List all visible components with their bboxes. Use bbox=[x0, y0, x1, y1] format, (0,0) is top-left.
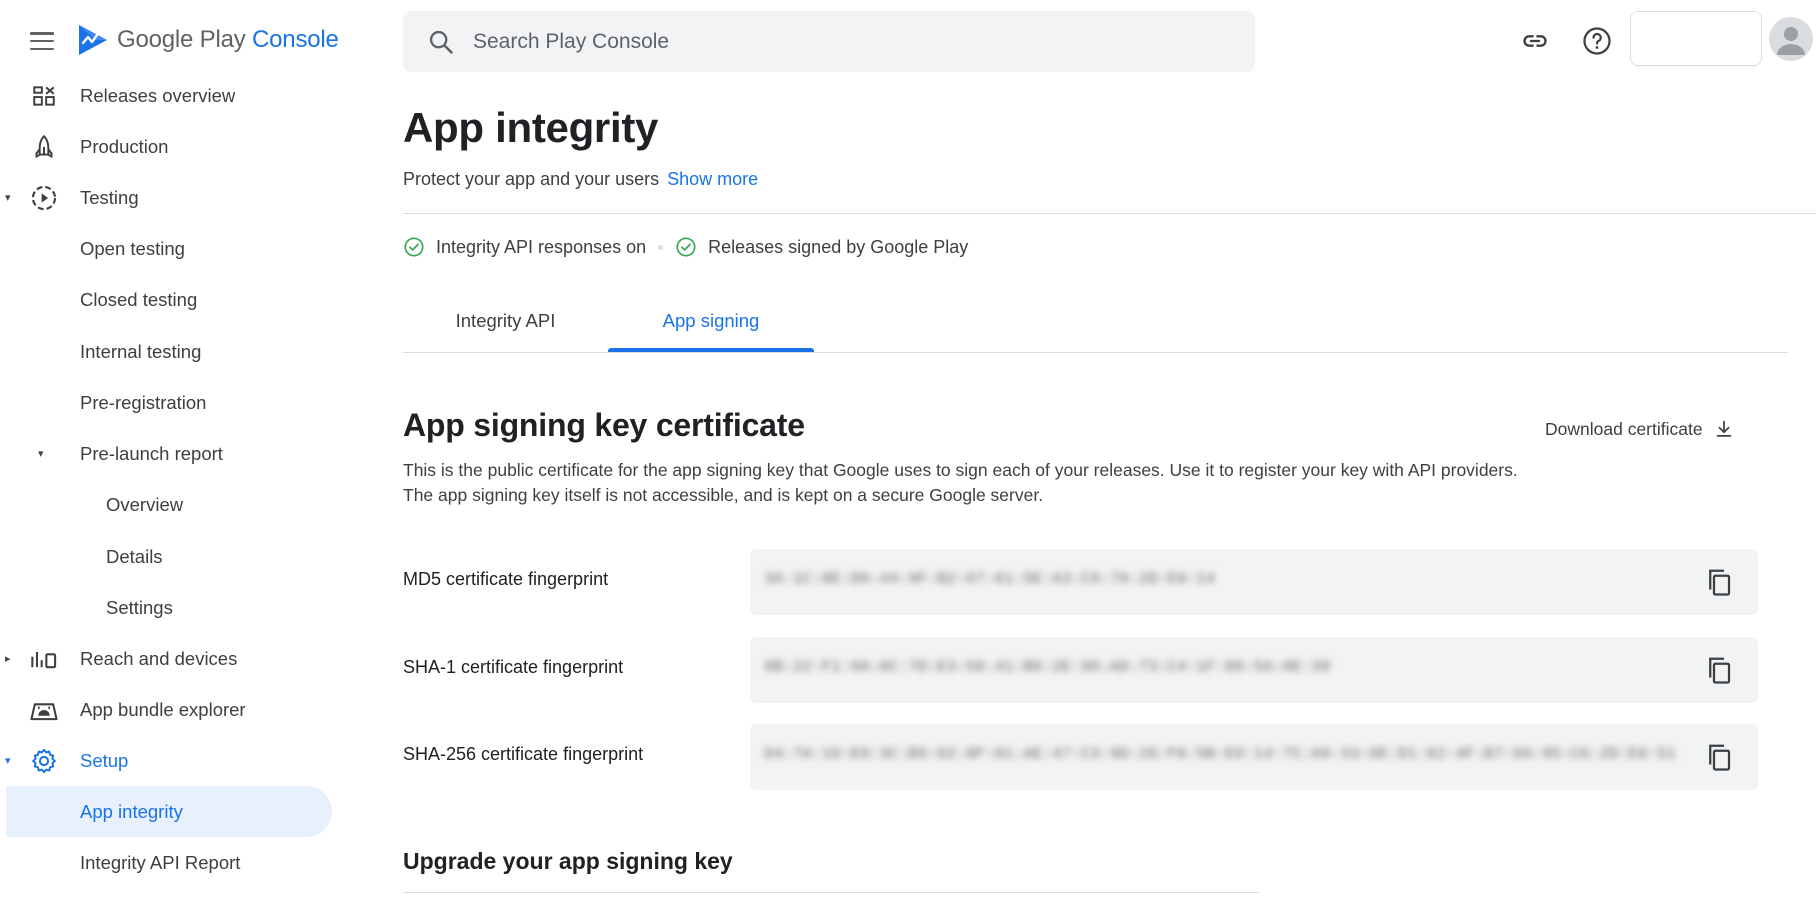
tab-integrity-api[interactable]: Integrity API bbox=[403, 310, 608, 354]
download-icon bbox=[1716, 420, 1731, 437]
fingerprint-value: 3A:1C:8E:D0:44:9F:B2:07:61:5E:A3:C9:70:2… bbox=[764, 570, 1216, 588]
search-icon bbox=[429, 30, 453, 54]
fingerprint-label: MD5 certificate fingerprint bbox=[403, 569, 609, 589]
sidebar-item-settings[interactable]: Settings bbox=[0, 582, 340, 633]
play-console-logo-icon bbox=[79, 25, 107, 55]
link-icon bbox=[1523, 35, 1547, 47]
sidebar-item-app-bundle-explorer[interactable]: App bundle explorer bbox=[0, 684, 340, 735]
caret-down-icon[interactable]: ▾ bbox=[5, 754, 11, 767]
account-switcher[interactable] bbox=[1630, 11, 1762, 66]
sidebar-item-overview[interactable]: Overview bbox=[0, 479, 340, 530]
sidebar-item-label: Reach and devices bbox=[80, 647, 238, 669]
menu-icon-bar bbox=[30, 39, 54, 43]
menu-icon-bar bbox=[30, 32, 54, 35]
upgrade-card-edge bbox=[403, 892, 1260, 893]
releases-overview-icon bbox=[28, 80, 60, 112]
sidebar-item-label: Production bbox=[80, 135, 169, 157]
play-console-logo[interactable]: Google Play Console bbox=[77, 23, 339, 57]
sidebar-item-label: Overview bbox=[106, 493, 184, 515]
fingerprint-value-box: 3A:1C:8E:D0:44:9F:B2:07:61:5E:A3:C9:70:2… bbox=[750, 549, 1758, 615]
upgrade-signing-key-title: Upgrade your app signing key bbox=[403, 848, 733, 874]
sidebar-item-label: Integrity API Report bbox=[80, 851, 241, 873]
md5-fingerprint-row: MD5 certificate fingerprint 3A:1C:8E:D0:… bbox=[403, 549, 1758, 615]
sidebar-item-reach-and-devices[interactable]: ▸ Reach and devices bbox=[0, 633, 340, 684]
copy-sha1-button[interactable] bbox=[1702, 653, 1736, 687]
sidebar-item-pre-registration[interactable]: Pre-registration bbox=[0, 377, 340, 428]
testing-icon bbox=[28, 182, 60, 214]
sidebar-item-label: Releases overview bbox=[80, 84, 236, 106]
avatar-person-icon bbox=[1777, 27, 1805, 55]
sidebar-item-app-integrity[interactable]: App integrity bbox=[6, 786, 332, 837]
fingerprint-value-box: 6B:22:F1:9A:0C:7D:E3:58:41:B6:2E:90:AD:7… bbox=[750, 637, 1758, 703]
sidebar-item-label: App bundle explorer bbox=[80, 698, 246, 720]
sidebar-item-open-testing[interactable]: Open testing bbox=[0, 223, 340, 274]
status-separator bbox=[658, 244, 664, 250]
search-bar[interactable] bbox=[403, 11, 1255, 72]
search-input[interactable] bbox=[473, 29, 1173, 54]
page-subtitle-text: Protect your app and your users bbox=[403, 169, 660, 189]
integrity-status-bar: Integrity API responses on Releases sign… bbox=[403, 236, 968, 258]
copy-md5-button[interactable] bbox=[1702, 565, 1736, 599]
sidebar-item-label: Settings bbox=[106, 596, 173, 618]
avatar[interactable] bbox=[1769, 17, 1813, 61]
sidebar-item-testing[interactable]: ▾ Testing bbox=[0, 172, 340, 223]
check-circle-icon bbox=[676, 237, 696, 257]
header-divider bbox=[403, 213, 1816, 214]
copy-sha256-button[interactable] bbox=[1702, 740, 1736, 774]
fingerprint-value-box: D4:7A:10:E9:3C:B5:62:8F:01:AE:47:C3:9D:2… bbox=[750, 724, 1758, 790]
sidebar-item-details[interactable]: Details bbox=[0, 531, 340, 582]
page-title: App integrity bbox=[403, 104, 659, 151]
sha1-fingerprint-row: SHA-1 certificate fingerprint 6B:22:F1:9… bbox=[403, 637, 1758, 703]
tabs-divider bbox=[403, 352, 1788, 353]
app-signing-key-description: This is the public certificate for the a… bbox=[403, 460, 1518, 505]
fingerprint-value: 6B:22:F1:9A:0C:7D:E3:58:41:B6:2E:90:AD:7… bbox=[764, 658, 1331, 676]
sidebar-item-closed-testing[interactable]: Closed testing bbox=[0, 274, 340, 325]
sidebar-item-label: Closed testing bbox=[80, 288, 198, 310]
sidebar-item-production[interactable]: Production bbox=[0, 121, 340, 172]
fingerprint-value: D4:7A:10:E9:3C:B5:62:8F:01:AE:47:C3:9D:2… bbox=[764, 745, 1677, 763]
main-menu-button[interactable] bbox=[27, 29, 57, 53]
sidebar-item-integrity-api-report[interactable]: Integrity API Report bbox=[0, 837, 340, 888]
gear-icon bbox=[28, 745, 60, 777]
app-bundle-explorer-icon bbox=[28, 694, 60, 726]
status-releases-signed: Releases signed by Google Play bbox=[708, 236, 969, 257]
sidebar-item-label: Pre-registration bbox=[80, 391, 207, 413]
download-certificate-label: Download certificate bbox=[1545, 418, 1703, 439]
sidebar-item-label: Details bbox=[106, 545, 163, 567]
caret-down-icon[interactable]: ▾ bbox=[38, 447, 44, 460]
status-integrity-api: Integrity API responses on bbox=[436, 236, 647, 257]
reach-and-devices-icon bbox=[28, 643, 60, 675]
fingerprint-label: SHA-1 certificate fingerprint bbox=[403, 657, 624, 677]
sidebar-item-label: Open testing bbox=[80, 237, 185, 259]
help-icon bbox=[1583, 27, 1611, 55]
logo-text-google-play: Google Play bbox=[117, 26, 246, 53]
page-subtitle: Protect your app and your users Show more bbox=[403, 169, 758, 190]
sidebar-item-label: Pre-launch report bbox=[80, 442, 223, 464]
menu-icon-bar bbox=[30, 47, 54, 50]
sidebar-item-setup[interactable]: ▾ Setup bbox=[0, 735, 340, 786]
production-icon bbox=[28, 131, 60, 163]
download-certificate-button[interactable]: Download certificate bbox=[1545, 418, 1735, 440]
sha256-fingerprint-row: SHA-256 certificate fingerprint D4:7A:10… bbox=[403, 724, 1758, 790]
caret-right-icon[interactable]: ▸ bbox=[5, 652, 11, 665]
help-button[interactable] bbox=[1580, 24, 1614, 58]
logo-text-console: Console bbox=[252, 26, 339, 53]
fingerprint-label: SHA-256 certificate fingerprint bbox=[403, 744, 644, 764]
sidebar-item-releases-overview[interactable]: Releases overview bbox=[0, 70, 340, 121]
sidebar-item-label: Setup bbox=[80, 749, 129, 771]
app-signing-key-title: App signing key certificate bbox=[403, 407, 805, 443]
copy-icon bbox=[1709, 744, 1731, 771]
show-more-link[interactable]: Show more bbox=[667, 169, 758, 189]
sidebar-item-pre-launch-report[interactable]: ▾ Pre-launch report bbox=[0, 428, 340, 479]
copy-icon bbox=[1709, 569, 1731, 596]
logo-text: Google Play Console bbox=[117, 26, 339, 54]
sidebar-item-label: Internal testing bbox=[80, 340, 202, 362]
sidebar-item-label: Testing bbox=[80, 186, 139, 208]
caret-down-icon[interactable]: ▾ bbox=[5, 191, 11, 204]
check-circle-icon bbox=[404, 237, 424, 257]
sidebar-item-internal-testing[interactable]: Internal testing bbox=[0, 326, 340, 377]
copy-icon bbox=[1709, 657, 1731, 684]
sidebar-item-label: App integrity bbox=[80, 800, 183, 822]
link-button[interactable] bbox=[1518, 24, 1552, 58]
